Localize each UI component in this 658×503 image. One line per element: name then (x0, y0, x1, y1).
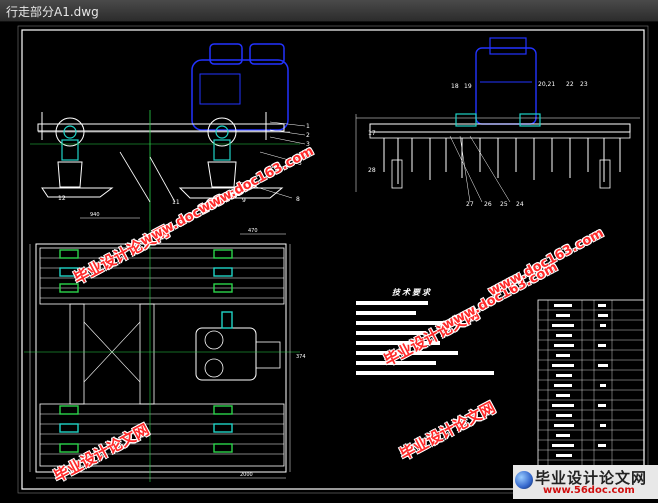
part-label: 9 (242, 197, 246, 204)
part-label: 25 (500, 201, 508, 208)
drawing-canvas[interactable]: 1 2 3 5 8 12 11 9 18 19 20,21 22 23 17 2… (0, 22, 658, 499)
window-title: 行走部分A1.dwg (6, 5, 99, 19)
dimension-label: 2000 (240, 472, 253, 478)
part-label: 12 (58, 195, 66, 202)
tech-text-line (356, 311, 416, 315)
tech-requirements-heading: 技术要求 (392, 288, 432, 297)
part-label: 28 (368, 167, 376, 174)
part-label: 20,21 (538, 81, 555, 88)
part-label: 11 (172, 199, 180, 206)
globe-icon (515, 471, 533, 489)
dimension-label: 940 (90, 212, 100, 218)
part-label: 17 (368, 130, 376, 137)
part-label: 24 (516, 201, 524, 208)
tech-requirements: 技术要求 (392, 280, 432, 299)
site-logo: 毕业设计论文网 www.56doc.com (513, 465, 658, 499)
part-label: 26 (484, 201, 492, 208)
part-label: 23 (580, 81, 588, 88)
window-titlebar: 行走部分A1.dwg (0, 0, 658, 22)
part-label: 19 (464, 83, 472, 90)
dimension-label: 374 (296, 354, 306, 360)
part-label: 18 (451, 83, 459, 90)
part-label: 8 (296, 196, 300, 203)
part-label: 22 (566, 81, 574, 88)
part-label: 2 (306, 132, 310, 139)
dimension-label: 470 (248, 228, 258, 234)
part-label: 1 (306, 123, 310, 130)
tech-text-line (356, 371, 494, 375)
tech-text-line (356, 301, 428, 305)
front-view-left: 1 2 3 5 8 12 11 9 (30, 43, 310, 222)
site-logo-url: www.56doc.com (543, 485, 635, 496)
parts-list-table (537, 299, 645, 485)
part-label: 27 (466, 201, 474, 208)
plan-view: 940 470 2000 374 (24, 212, 306, 482)
side-view-right: 18 19 20,21 22 23 17 28 27 26 25 24 (355, 37, 640, 208)
